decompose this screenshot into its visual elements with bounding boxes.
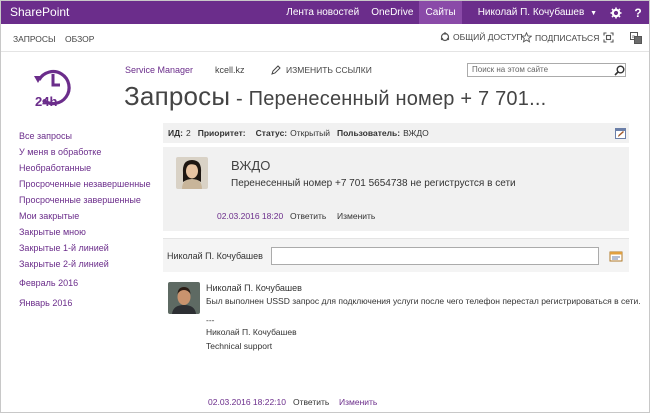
user-value: ВЖДО [403,128,429,138]
user-menu[interactable]: Николай П. Кочубашев ▼ [468,1,605,24]
tab-browse[interactable]: ОБЗОР [65,34,94,44]
nav-item-closed-line2[interactable]: Закрытые 2-й линией [19,256,159,272]
page-title-sep: - [230,88,249,110]
search-input[interactable]: Поиск на этом сайте [467,63,626,77]
reply-row: Николай П. Кочубашев [163,238,629,272]
nav-item-in-progress[interactable]: У меня в обработке [19,144,159,160]
nav-item-jan-2016[interactable]: Январь 2016 [19,294,159,312]
topnav-kcell[interactable]: kcell.kz [215,65,245,75]
translate-icon[interactable]: a [630,32,642,44]
id-label: ИД: [168,128,183,138]
avatar-woman [176,157,208,189]
avatar-man [168,282,200,314]
comment-signature-separator: --- [206,315,215,325]
comment-signature-name: Николай П. Кочубашев [206,327,297,337]
svg-text:a: a [632,34,635,40]
post-edit-button[interactable]: Изменить [337,211,375,221]
tab-requests[interactable]: ЗАПРОСЫ [13,34,56,44]
pencil-icon [271,65,281,75]
svg-text:24h: 24h [35,94,57,108]
attach-picture-icon[interactable] [609,249,623,263]
nav-item-overdue-closed[interactable]: Просроченные завершенные [19,192,159,208]
nav-item-closed-by-me[interactable]: Закрытые мною [19,224,159,240]
comment-text: Был выполнен USSD запрос для подключения… [206,296,641,306]
nav-item-unprocessed[interactable]: Необработанные [19,160,159,176]
comment-signature-role: Technical support [206,341,273,351]
post-date-link[interactable]: 02.03.2016 18:20 [217,211,283,221]
chevron-down-icon: ▼ [590,10,597,17]
page-title-main: Запросы [124,81,231,111]
edit-links-button[interactable]: ИЗМЕНИТЬ ССЫЛКИ [271,65,372,75]
suite-link-newsfeed[interactable]: Лента новостей [280,1,365,24]
comment-author[interactable]: Николай П. Кочубашев [206,283,302,293]
status-label: Статус: [255,128,288,138]
share-icon [440,32,450,42]
comment-date-link[interactable]: 02.03.2016 18:22:10 [208,397,286,407]
nav-item-feb-2016[interactable]: Февраль 2016 [19,274,159,292]
ribbon: ЗАПРОСЫ ОБЗОР ОБЩИЙ ДОСТУП ПОДПИСАТЬСЯ a [1,24,649,52]
follow-button[interactable]: ПОДПИСАТЬСЯ [521,32,599,43]
comment-reply-button[interactable]: Ответить [293,397,329,407]
post-reply-button[interactable]: Ответить [290,211,326,221]
site-logo-24h-icon[interactable]: 24h [31,64,75,109]
request-details-bar: ИД: 2 Приоритет: Статус: Открытый Пользо… [163,123,629,143]
nav-item-closed-line1[interactable]: Закрытые 1-й линией [19,240,159,256]
original-post: ВЖДО Перенесенный номер +7 701 5654738 н… [163,147,629,231]
user-label: Пользователь: [336,128,401,138]
status-value: Открытый [290,128,330,138]
share-label: ОБЩИЙ ДОСТУП [453,32,523,42]
id-value: 2 [186,128,191,138]
search-icon[interactable] [613,64,625,76]
settings-gear-icon[interactable] [605,1,627,24]
page-title-sub: Перенесенный номер + 7 701... [248,88,547,110]
suite-bar: SharePoint Лента новостей OneDrive Сайты… [1,1,649,24]
suite-link-onedrive[interactable]: OneDrive [365,1,419,24]
share-button[interactable]: ОБЩИЙ ДОСТУП [440,32,523,42]
edit-item-icon[interactable] [615,128,626,139]
brand-logo[interactable]: SharePoint [10,5,69,19]
help-icon[interactable]: ? [627,1,649,24]
post-text: Перенесенный номер +7 701 5654738 не рег… [231,178,516,189]
suite-link-sites[interactable]: Сайты [419,1,462,24]
user-name: Николай П. Кочубашев [477,7,585,18]
nav-item-all-requests[interactable]: Все запросы [19,128,159,144]
suite-links: Лента новостей OneDrive Сайты Николай П.… [280,1,649,24]
star-icon [521,32,532,43]
follow-label: ПОДПИСАТЬСЯ [535,32,600,43]
page-title: Запросы - Перенесенный номер + 7 701... [124,81,546,112]
reply-input[interactable] [271,247,599,265]
focus-content-icon[interactable] [603,32,614,43]
edit-links-label: ИЗМЕНИТЬ ССЫЛКИ [286,65,372,75]
comment-edit-button[interactable]: Изменить [339,397,377,407]
post-author[interactable]: ВЖДО [231,158,270,173]
topnav-service-manager[interactable]: Service Manager [125,65,193,75]
nav-item-my-closed[interactable]: Мои закрытые [19,208,159,224]
app-frame: SharePoint Лента новостей OneDrive Сайты… [0,0,650,413]
left-navigation: Все запросы У меня в обработке Необработ… [19,128,159,312]
priority-label: Приоритет: [197,128,246,138]
nav-item-overdue-open[interactable]: Просроченные незавершенные [19,176,159,192]
reply-user-name: Николай П. Кочубашев [167,251,263,261]
